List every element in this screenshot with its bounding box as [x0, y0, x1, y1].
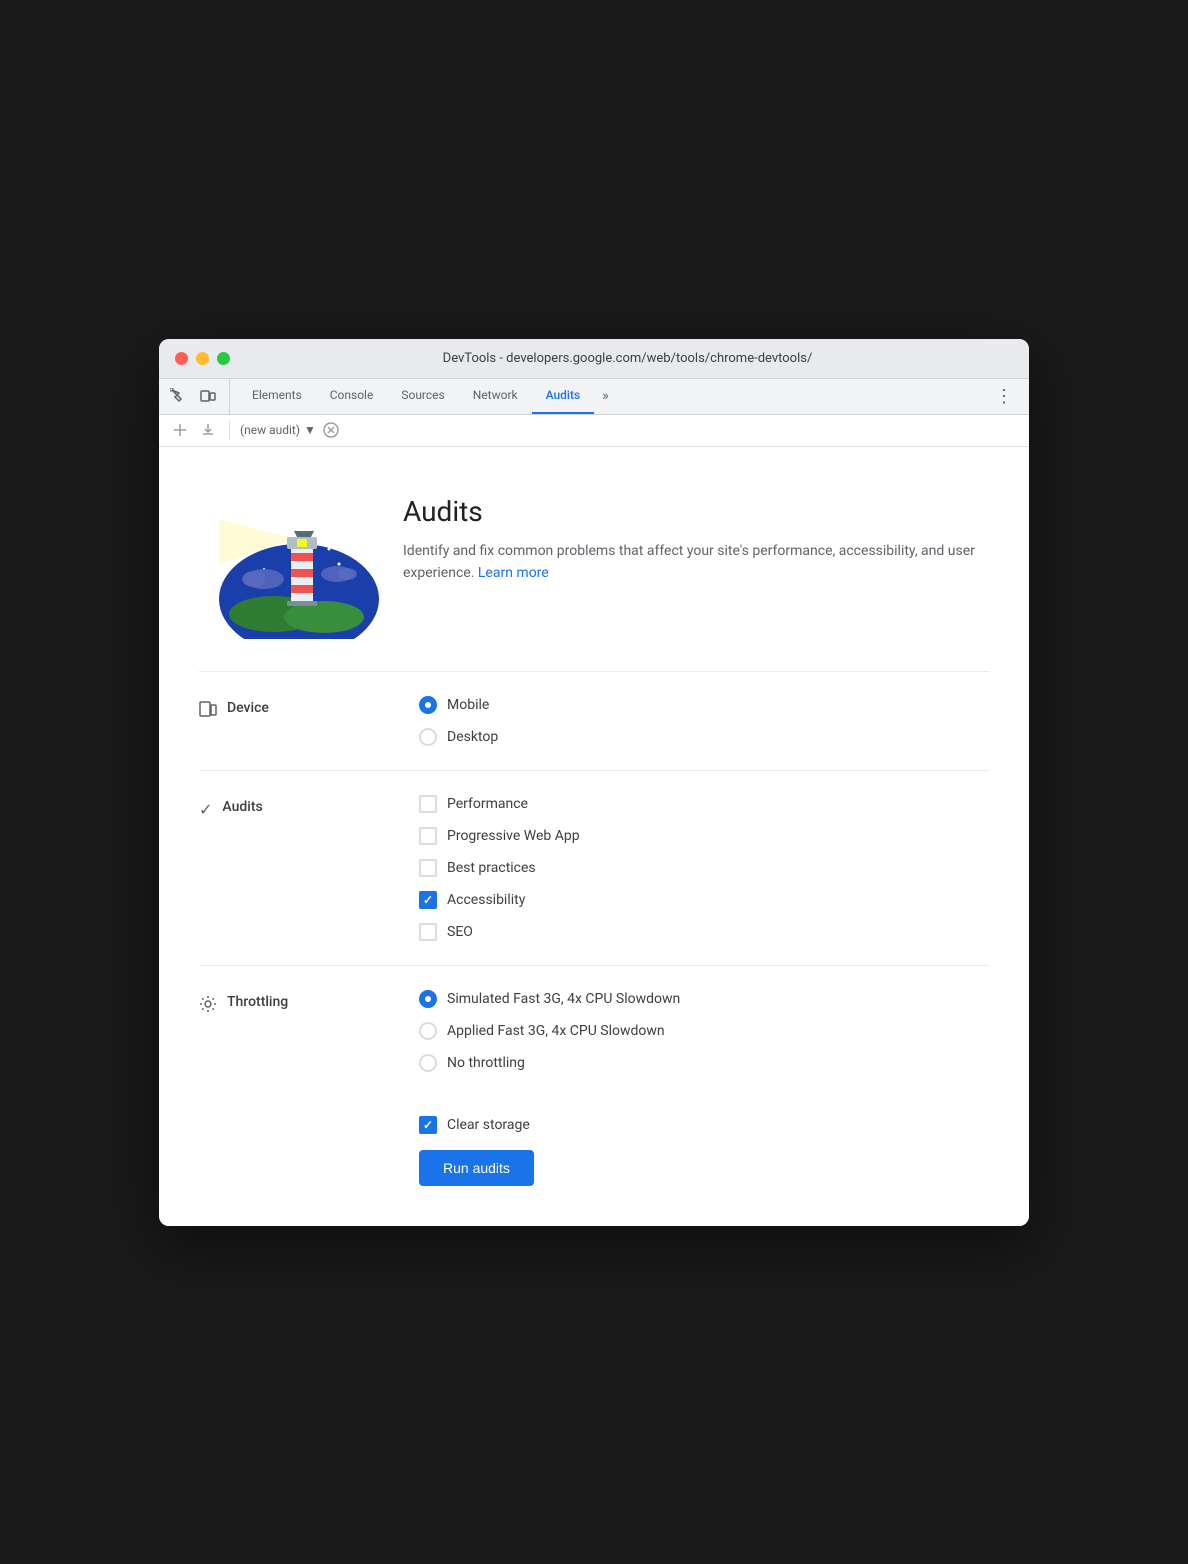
audits-section: ✓ Audits Performance Progressive Web App…	[199, 770, 989, 965]
best-practices-checkbox-item[interactable]: Best practices	[419, 859, 989, 877]
simulated-radio-item[interactable]: Simulated Fast 3G, 4x CPU Slowdown	[419, 990, 989, 1008]
tab-console[interactable]: Console	[316, 379, 388, 414]
audits-options: Performance Progressive Web App Best pra…	[419, 795, 989, 941]
mobile-radio-input[interactable]	[419, 696, 437, 714]
selected-audit-name: (new audit)	[240, 423, 300, 437]
download-audit-button[interactable]	[197, 419, 219, 441]
clear-storage-checkbox-label: Clear storage	[447, 1117, 530, 1133]
throttling-options: Simulated Fast 3G, 4x CPU Slowdown Appli…	[419, 990, 989, 1072]
seo-checkbox-input[interactable]	[419, 923, 437, 941]
tab-elements[interactable]: Elements	[238, 379, 316, 414]
applied-radio-label: Applied Fast 3G, 4x CPU Slowdown	[447, 1023, 665, 1039]
device-section: Device Mobile Desktop	[199, 671, 989, 770]
secondary-toolbar: (new audit) ▼	[159, 415, 1029, 447]
no-throttling-radio-label: No throttling	[447, 1055, 525, 1071]
pwa-checkbox-input[interactable]	[419, 827, 437, 845]
audits-label: ✓ Audits	[199, 795, 379, 941]
title-bar: DevTools - developers.google.com/web/too…	[159, 339, 1029, 379]
audits-header: Audits Identify and fix common problems …	[199, 479, 989, 639]
best-practices-checkbox-input[interactable]	[419, 859, 437, 877]
traffic-lights	[175, 352, 230, 365]
desktop-radio-label: Desktop	[447, 729, 498, 745]
audits-description: Identify and fix common problems that af…	[403, 540, 989, 585]
minimize-button[interactable]	[196, 352, 209, 365]
toolbar-separator	[229, 420, 230, 440]
accessibility-checkbox-input[interactable]	[419, 891, 437, 909]
audit-select-dropdown[interactable]: (new audit) ▼	[240, 423, 316, 437]
applied-radio-item[interactable]: Applied Fast 3G, 4x CPU Slowdown	[419, 1022, 989, 1040]
desktop-radio-item[interactable]: Desktop	[419, 728, 989, 746]
device-icon[interactable]	[197, 385, 219, 407]
performance-checkbox-label: Performance	[447, 796, 528, 812]
inspect-icon[interactable]	[167, 385, 189, 407]
add-audit-button[interactable]	[169, 419, 191, 441]
accessibility-checkbox-label: Accessibility	[447, 892, 525, 908]
mobile-radio-label: Mobile	[447, 697, 489, 713]
more-tabs-button[interactable]: »	[594, 388, 617, 404]
stop-audit-button[interactable]	[322, 421, 340, 439]
lighthouse-logo	[199, 479, 379, 639]
tab-sources[interactable]: Sources	[387, 379, 458, 414]
simulated-radio-label: Simulated Fast 3G, 4x CPU Slowdown	[447, 991, 680, 1007]
audits-title: Audits	[403, 495, 989, 528]
learn-more-link[interactable]: Learn more	[478, 565, 549, 581]
tab-audits[interactable]: Audits	[532, 379, 595, 414]
clear-storage-checkbox-item[interactable]: Clear storage	[419, 1116, 989, 1134]
applied-radio-input[interactable]	[419, 1022, 437, 1040]
device-label: Device	[199, 696, 379, 746]
device-icon	[199, 701, 217, 725]
devtools-menu-button[interactable]: ⋮	[987, 386, 1021, 407]
desktop-radio-input[interactable]	[419, 728, 437, 746]
seo-checkbox-item[interactable]: SEO	[419, 923, 989, 941]
device-label-text: Device	[227, 700, 269, 716]
clear-storage-checkbox-input[interactable]	[419, 1116, 437, 1134]
throttling-label-text: Throttling	[227, 994, 288, 1010]
pwa-checkbox-item[interactable]: Progressive Web App	[419, 827, 989, 845]
accessibility-checkbox-item[interactable]: Accessibility	[419, 891, 989, 909]
no-throttling-radio-item[interactable]: No throttling	[419, 1054, 989, 1072]
seo-checkbox-label: SEO	[447, 924, 473, 940]
audits-label-text: Audits	[222, 799, 262, 815]
tab-icons	[167, 379, 230, 414]
checkmark-icon: ✓	[199, 800, 212, 819]
performance-checkbox-input[interactable]	[419, 795, 437, 813]
main-content: Audits Identify and fix common problems …	[159, 447, 1029, 1226]
performance-checkbox-item[interactable]: Performance	[419, 795, 989, 813]
throttling-label: Throttling	[199, 990, 379, 1072]
dropdown-arrow-icon: ▼	[304, 423, 316, 437]
audits-title-section: Audits Identify and fix common problems …	[403, 479, 989, 585]
tab-bar: Elements Console Sources Network Audits …	[159, 379, 1029, 415]
no-throttling-radio-input[interactable]	[419, 1054, 437, 1072]
tab-network[interactable]: Network	[459, 379, 532, 414]
throttling-section: Throttling Simulated Fast 3G, 4x CPU Slo…	[199, 965, 989, 1096]
close-button[interactable]	[175, 352, 188, 365]
maximize-button[interactable]	[217, 352, 230, 365]
run-audits-button[interactable]: Run audits	[419, 1150, 534, 1186]
mobile-radio-item[interactable]: Mobile	[419, 696, 989, 714]
pwa-checkbox-label: Progressive Web App	[447, 828, 580, 844]
gear-icon	[199, 995, 217, 1017]
devtools-window: DevTools - developers.google.com/web/too…	[159, 339, 1029, 1226]
device-options: Mobile Desktop	[419, 696, 989, 746]
window-title: DevTools - developers.google.com/web/too…	[242, 351, 1013, 366]
run-audits-section: Clear storage Run audits	[199, 1096, 989, 1194]
simulated-radio-input[interactable]	[419, 990, 437, 1008]
best-practices-checkbox-label: Best practices	[447, 860, 536, 876]
